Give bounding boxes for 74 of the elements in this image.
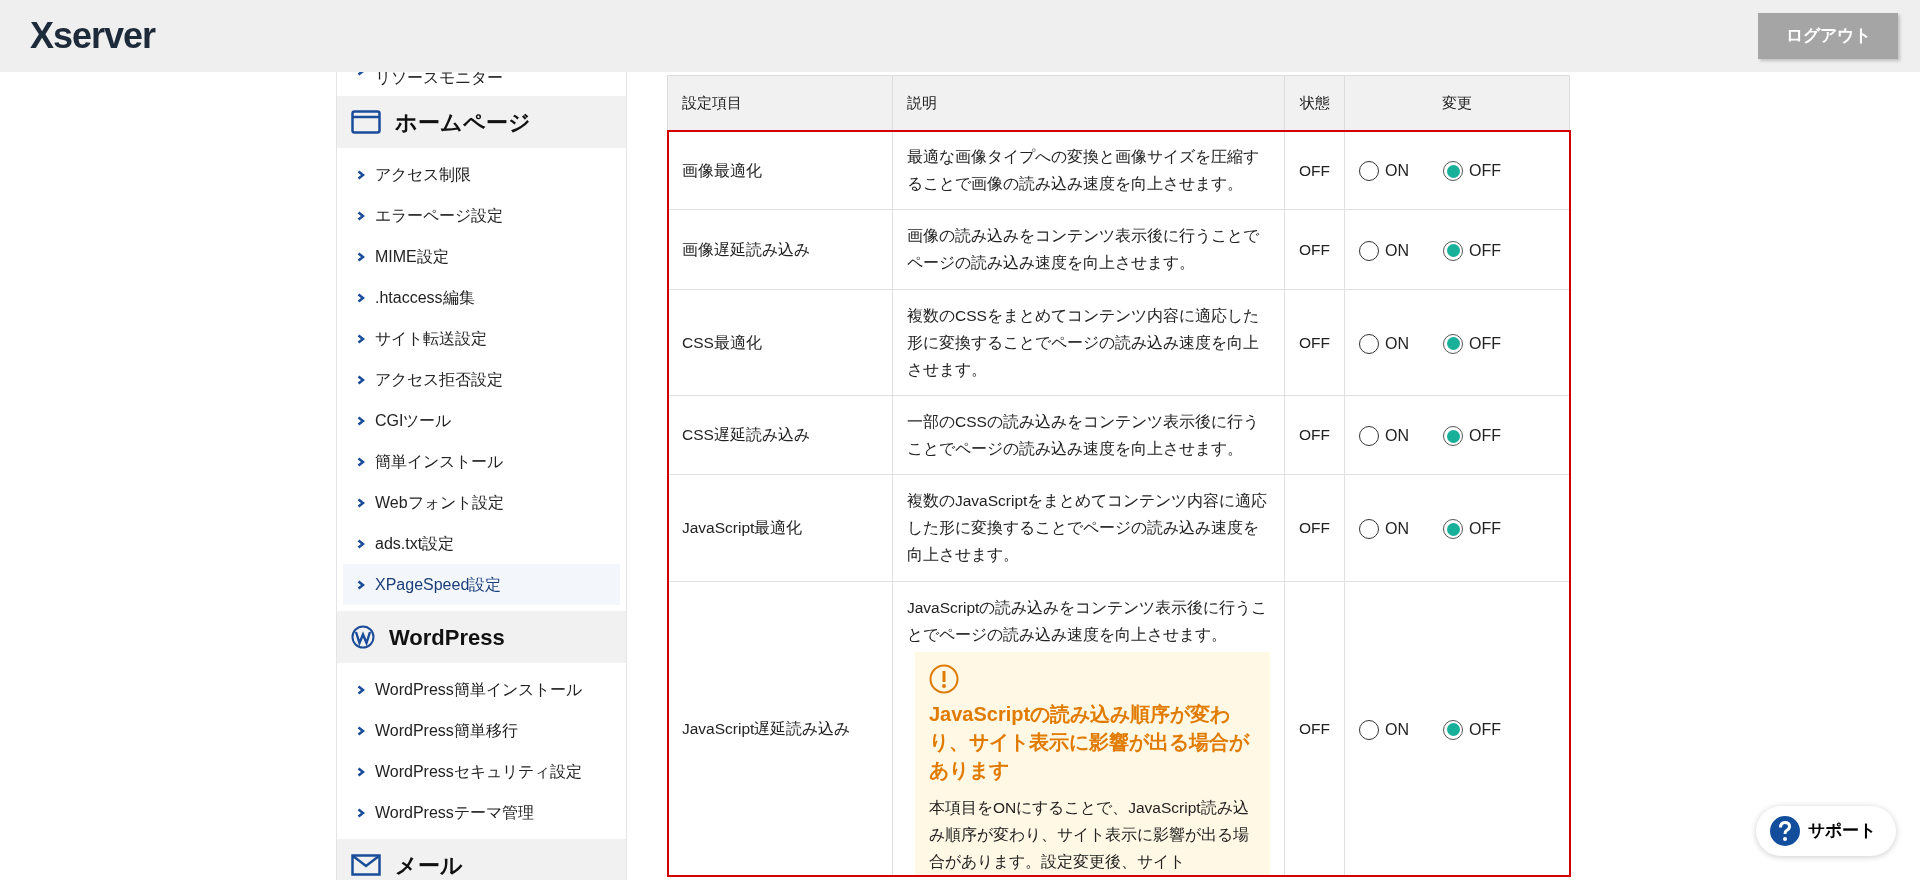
chevron-icon [357, 579, 365, 590]
setting-name: JavaScript最適化 [667, 474, 893, 581]
radio-option[interactable]: ON [1359, 333, 1409, 354]
radio-option[interactable]: ON [1359, 519, 1409, 540]
chevron-icon [357, 333, 365, 344]
sidebar-item[interactable]: WordPressテーマ管理 [343, 792, 620, 833]
radio-option[interactable]: OFF [1443, 161, 1501, 182]
radio-option[interactable]: OFF [1443, 519, 1501, 540]
setting-name: 画像最適化 [667, 130, 893, 210]
chevron-icon [357, 497, 365, 508]
logo: Xserver [30, 14, 156, 58]
sidebar-item[interactable]: WordPress簡単インストール [343, 669, 620, 710]
setting-description: 一部のCSSの読み込みをコンテンツ表示後に行うことでページの読み込み速度を向上させます。 [907, 411, 1260, 459]
setting-description: 画像の読み込みをコンテンツ表示後に行うことでページの読み込み速度を向上させます。 [907, 226, 1260, 274]
warning-title: JavaScriptの読み込み順序が変わり、サイト表示に影響が出る場合があります [929, 701, 1250, 783]
sidebar-item[interactable]: 簡単インストール [343, 441, 620, 482]
radio-option[interactable]: ON [1359, 719, 1409, 740]
setting-description: JavaScriptの読み込みをコンテンツ表示後に行うことでページの読み込み速度を向上させます。 [907, 597, 1269, 645]
chevron-icon [357, 725, 365, 736]
sidebar-item[interactable]: アクセス拒否設定 [343, 359, 620, 400]
setting-name: CSS遅延読み込み [667, 395, 893, 475]
status-text: OFF [1284, 130, 1345, 210]
warning-text: 本項目をONにすることで、JavaScript読み込み順序が変わり、サイト表示に影響が出る場合があります。設定変更後、サイト [929, 797, 1250, 872]
radio-option[interactable]: OFF [1443, 426, 1501, 447]
setting-name: CSS最適化 [667, 289, 893, 396]
chevron-icon [357, 292, 365, 303]
status-text: OFF [1284, 209, 1345, 289]
sidebar-item[interactable]: エラーページ設定 [343, 195, 620, 236]
sidebar-item[interactable]: ads.txt設定 [343, 523, 620, 564]
chevron-icon [357, 169, 365, 180]
status-text: OFF [1284, 395, 1345, 475]
chevron-icon [357, 684, 365, 695]
chevron-icon [357, 456, 365, 467]
column-header: 説明 [892, 75, 1285, 131]
support-button[interactable]: サポート [1756, 806, 1896, 856]
radio-option[interactable]: OFF [1443, 719, 1501, 740]
sidebar-item[interactable]: サイト転送設定 [343, 318, 620, 359]
radio-option[interactable]: ON [1359, 240, 1409, 261]
section-title: メール [395, 851, 463, 880]
sidebar-item[interactable]: WordPressセキュリティ設定 [343, 751, 620, 792]
chevron-icon [357, 766, 365, 777]
sidebar-item[interactable]: アクセス制限 [343, 154, 620, 195]
sidebar-item[interactable]: WordPress簡単移行 [343, 710, 620, 751]
status-text: OFF [1284, 289, 1345, 396]
sidebar-item[interactable]: .htaccess編集 [343, 277, 620, 318]
sidebar-item[interactable]: Webフォント設定 [343, 482, 620, 523]
radio-option[interactable]: ON [1359, 161, 1409, 182]
column-header: 設定項目 [667, 75, 893, 131]
section-title: WordPress [389, 623, 505, 652]
setting-description: 複数のCSSをまとめてコンテンツ内容に適応した形に変換することでページの読み込み速度を向上させます。 [907, 305, 1260, 380]
setting-description: 最適な画像タイプへの変換と画像サイズを圧縮することで画像の読み込み速度を向上させます。 [907, 147, 1260, 195]
chevron-icon [357, 210, 365, 221]
envelope-icon [351, 854, 381, 876]
chevron-icon [357, 374, 365, 385]
wordpress-logo-icon [351, 625, 375, 649]
chevron-icon [357, 807, 365, 818]
radio-option[interactable]: OFF [1443, 333, 1501, 354]
help-icon [1770, 816, 1800, 846]
sidebar-item[interactable]: XPageSpeed設定 [343, 564, 620, 605]
chevron-icon [357, 251, 365, 262]
column-header: 状態 [1284, 75, 1345, 131]
sidebar-item[interactable]: MIME設定 [343, 236, 620, 277]
chevron-icon [357, 415, 365, 426]
exclamation-icon [929, 663, 959, 694]
section-title: ホームページ [395, 108, 531, 137]
setting-name: 画像遅延読み込み [667, 209, 893, 289]
radio-option[interactable]: ON [1359, 426, 1409, 447]
chevron-icon [357, 538, 365, 549]
setting-description: 複数のJavaScriptをまとめてコンテンツ内容に適応した形に変換することでページの読み込み速度を向上させます。 [907, 491, 1269, 566]
status-text: OFF [1284, 474, 1345, 581]
sidebar-item[interactable]: CGIツール [343, 400, 620, 441]
column-header: 変更 [1344, 75, 1570, 131]
browser-window-icon [351, 110, 381, 134]
radio-option[interactable]: OFF [1443, 240, 1501, 261]
